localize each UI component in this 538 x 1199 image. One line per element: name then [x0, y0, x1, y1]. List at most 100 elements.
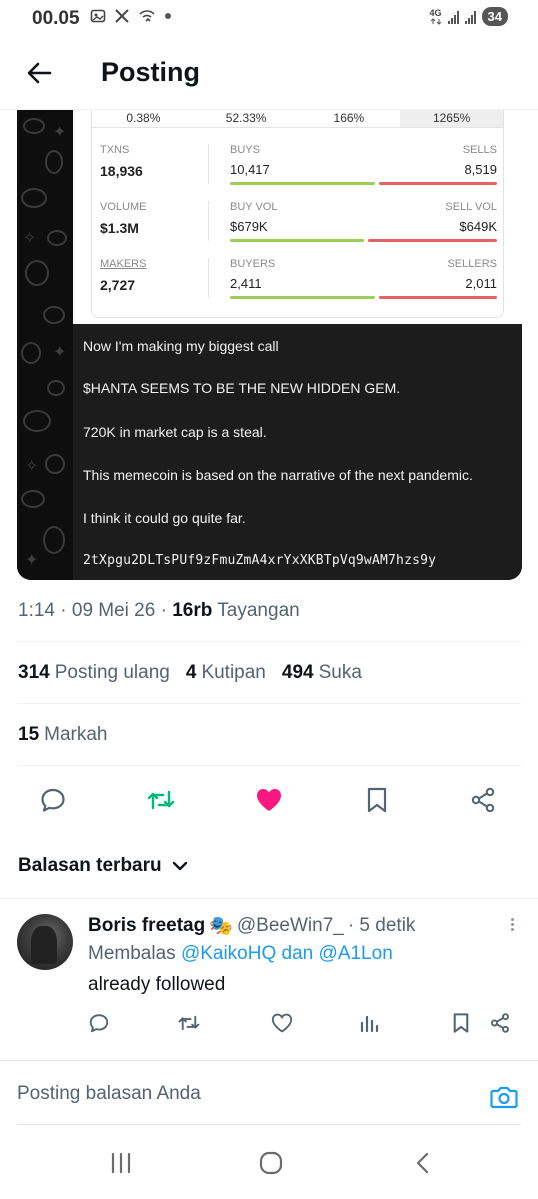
stat-label: MAKERS: [100, 258, 147, 270]
bookmark-icon: [367, 787, 387, 813]
home-button[interactable]: [253, 1148, 289, 1178]
image-text-line: 720K in market cap is a steal.: [83, 424, 267, 440]
camera-button[interactable]: [488, 1082, 520, 1112]
camera-icon: [490, 1086, 518, 1109]
status-system-icons: 4G 34: [430, 7, 508, 26]
reply-analytics-button[interactable]: [357, 1011, 381, 1035]
image-text-block: Now I'm making my biggest call $HANTA SE…: [73, 324, 522, 580]
dot-icon: [165, 13, 171, 19]
post-media-image[interactable]: ✦ ✧ ✦ ✧ ✦ 0.38% 52.33% 166% 1265% TXNS 1…: [17, 110, 522, 580]
share-icon: [471, 787, 495, 813]
x-icon: [115, 9, 129, 23]
percent-cell: 166%: [333, 111, 365, 125]
share-icon: [491, 1013, 509, 1033]
data-arrows-icon: [430, 17, 441, 25]
mention-link[interactable]: @KaikoHQ: [181, 943, 276, 964]
stat-right-label: SELL VOL: [445, 201, 497, 213]
reply-reply-button[interactable]: [87, 1011, 111, 1035]
stat-right-label: SELLS: [462, 144, 497, 156]
more-options-button[interactable]: [502, 916, 522, 936]
reply-icon: [89, 1014, 109, 1033]
reply-header: Boris freetag 🎭 @BeeWin7_ · 5 detik: [88, 914, 415, 938]
system-navigation-bar: [0, 1130, 538, 1199]
buy-share-bar: [230, 296, 375, 299]
stat-left-label: BUYERS: [230, 258, 276, 270]
image-text-line: This memecoin is based on the narrative …: [83, 467, 473, 483]
image-text-line: $HANTA SEEMS TO BE THE NEW HIDDEN GEM.: [83, 380, 401, 396]
system-back-button[interactable]: [405, 1148, 441, 1178]
repost-button[interactable]: [145, 784, 177, 816]
gallery-icon: [90, 9, 106, 23]
image-text-line: I think it could go quite far.: [83, 510, 246, 526]
trading-stats-screenshot: 0.38% 52.33% 166% 1265% TXNS 18,936 BUYS…: [73, 110, 522, 324]
bookmark-icon: [453, 1013, 469, 1033]
reply-repost-button[interactable]: [177, 1011, 201, 1035]
bookmark-button[interactable]: [361, 784, 393, 816]
status-time: 00.05: [32, 8, 80, 29]
post-time: 1:14: [18, 600, 55, 621]
decorative-pattern: ✦ ✧ ✦ ✧ ✦: [17, 110, 73, 580]
reply-author-handle[interactable]: @BeeWin7_: [237, 915, 344, 937]
reposts-count-link[interactable]: 314 Posting ulang: [18, 662, 170, 684]
repost-icon: [147, 790, 175, 810]
recent-apps-button[interactable]: [103, 1148, 139, 1178]
stat-left-value: 10,417: [230, 162, 270, 177]
percent-cell: 52.33%: [225, 111, 267, 125]
back-button[interactable]: [22, 56, 56, 90]
repost-icon: [178, 1015, 200, 1031]
reply-share-button[interactable]: [488, 1011, 512, 1035]
heart-icon: [271, 1013, 293, 1033]
engagement-counts: 314 Posting ulang 4 Kutipan 494 Suka: [18, 662, 378, 684]
bookmarks-count-link[interactable]: 15 Markah: [18, 724, 108, 746]
quotes-count-link[interactable]: 4 Kutipan: [186, 662, 266, 684]
replying-to: Membalas @KaikoHQ dan @A1Lon: [88, 943, 393, 964]
percent-cell: 1265%: [400, 110, 503, 127]
stat-left-value: $679K: [230, 219, 268, 234]
stats-table: TXNS 18,936 BUYS 10,417 SELLS 8,519 VOLU…: [91, 128, 504, 318]
view-label[interactable]: Tayangan: [217, 600, 299, 621]
author-emoji: 🎭: [209, 916, 233, 937]
status-bar: 00.05 4G 34: [0, 0, 538, 36]
signal-icon: [464, 10, 476, 24]
stat-right-label: SELLERS: [447, 258, 497, 270]
recents-icon: [111, 1152, 131, 1174]
signal-icon: [447, 10, 459, 24]
top-app-bar: Posting: [0, 36, 538, 110]
reply-icon: [41, 788, 65, 812]
network-type: 4G: [429, 7, 442, 18]
stat-left-label: BUY VOL: [230, 201, 278, 213]
reply-bookmark-button[interactable]: [449, 1011, 473, 1035]
sell-share-bar: [379, 296, 497, 299]
stat-value: 2,727: [100, 277, 136, 293]
stat-right-value: 2,011: [465, 276, 497, 291]
stat-right-value: $649K: [459, 219, 497, 234]
percent-cell: 0.38%: [126, 111, 161, 125]
page-title: Posting: [101, 57, 200, 87]
replies-sort-label: Balasan terbaru: [18, 855, 162, 876]
wifi-sync-icon: [139, 10, 155, 22]
view-count: 16rb: [172, 600, 213, 621]
home-icon: [259, 1151, 283, 1175]
reply-item[interactable]: Boris freetag 🎭 @BeeWin7_ · 5 detik Memb…: [0, 900, 538, 1050]
reply-button[interactable]: [37, 784, 69, 816]
post-date: 09 Mei 26: [71, 600, 156, 621]
reply-author-name[interactable]: Boris freetag: [88, 915, 205, 937]
stats-row-makers: MAKERS 2,727 BUYERS 2,411 SELLERS 2,011: [92, 242, 505, 299]
stat-value: $1.3M: [100, 220, 139, 236]
like-button[interactable]: [253, 784, 285, 816]
stat-left-value: 2,411: [230, 276, 262, 291]
reply-input[interactable]: [17, 1079, 457, 1109]
reply-composer: [0, 1061, 538, 1125]
stat-left-label: BUYS: [230, 144, 260, 156]
avatar[interactable]: [17, 914, 73, 970]
likes-count-link[interactable]: 494 Suka: [282, 662, 362, 684]
share-button[interactable]: [467, 784, 499, 816]
stat-label: TXNS: [100, 144, 130, 156]
reply-action-bar: [0, 1008, 538, 1038]
arrow-left-icon: [27, 62, 52, 84]
stat-value: 18,936: [100, 163, 143, 179]
replies-sort-dropdown[interactable]: Balasan terbaru: [18, 855, 188, 877]
image-text-line: Now I'm making my biggest call: [83, 338, 279, 354]
reply-like-button[interactable]: [270, 1011, 294, 1035]
mention-link[interactable]: @A1Lon: [319, 943, 393, 964]
